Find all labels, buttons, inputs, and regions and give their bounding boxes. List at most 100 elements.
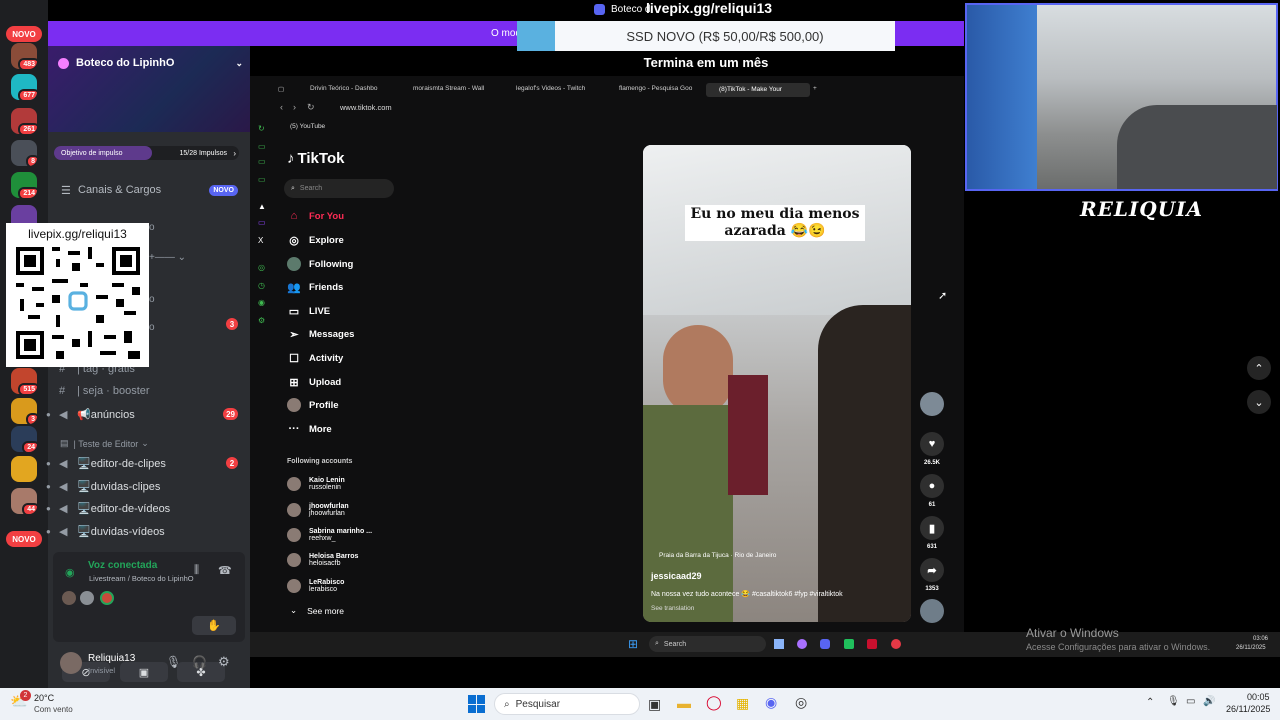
channel-duvidas-videos[interactable]: ● ◀ 🖥️duvidas-vídeos (46, 521, 250, 541)
channel-editor-de-videos[interactable]: ● ◀ 🖥️editor-de-vídeos (46, 498, 250, 518)
channel-seja-booster[interactable]: # | seja · booster (48, 381, 250, 401)
server-icon-2[interactable]: 677 (11, 74, 37, 100)
share-button[interactable]: ➦ 1353 (920, 558, 944, 592)
nav-following[interactable]: Following (287, 254, 353, 274)
gear-icon[interactable]: ⚙ (218, 654, 230, 670)
x-icon[interactable]: X (258, 236, 263, 245)
new-tab-icon[interactable]: + (813, 85, 821, 96)
back-icon[interactable]: ‹ (280, 102, 283, 112)
unread-dot: ● (46, 503, 51, 513)
soundboard-icon[interactable]: ⫼ (194, 564, 199, 577)
forward-icon[interactable]: › (293, 102, 296, 112)
tab-3[interactable]: legalof's Videos - Twitch (516, 85, 596, 96)
nav-upload[interactable]: ⊞ Upload (287, 372, 341, 392)
save-button[interactable]: ▮ 631 (920, 516, 944, 550)
video-player[interactable]: Eu no meu dia menos azarada 😂😉 Praia da … (643, 145, 911, 622)
address-bar[interactable]: www.tiktok.com (340, 103, 392, 112)
avatar (287, 477, 301, 491)
scroll-down-button[interactable]: ⌄ (1247, 390, 1271, 414)
nav-activity[interactable]: ☐ Activity (287, 348, 343, 368)
scroll-up-button[interactable]: ⌃ (1247, 356, 1271, 380)
server-icon-8[interactable]: 3 (11, 398, 37, 424)
chevron-up-icon[interactable]: ⌃ (1146, 697, 1154, 708)
server-icon-7[interactable]: 515 (11, 368, 37, 394)
channel-editor-de-clipes[interactable]: ● ◀ 🖥️editor-de-clipes 2 (46, 453, 250, 473)
see-more-link[interactable]: ⌄ See more (290, 605, 344, 616)
like-button[interactable]: ♥ 26.5K (920, 432, 944, 466)
creator-avatar-button[interactable] (920, 392, 944, 420)
network-icon[interactable]: ▭ (1186, 696, 1195, 707)
server-icon-4[interactable]: 8 (11, 140, 37, 166)
account-item[interactable]: Kaio Lenin russolenin (287, 472, 345, 496)
tab-4[interactable]: flamengo - Pesquisa Goo (619, 85, 697, 96)
sidebar-icon[interactable]: ▭ (258, 157, 266, 166)
sidebar-icon[interactable]: ▭ (258, 175, 266, 184)
tab-active[interactable]: (8)TikTok - Make Your (706, 83, 810, 97)
nav-messages[interactable]: ➢ Messages (287, 324, 354, 344)
sidebar-icon[interactable]: ◷ (258, 281, 265, 290)
nav-for-you[interactable]: ⌂ For You (287, 206, 344, 226)
nav-profile[interactable]: Profile (287, 395, 339, 415)
video-author[interactable]: jessicaad29 (651, 571, 702, 581)
sidebar-icon[interactable]: ◉ (258, 298, 265, 307)
server-icon-9[interactable]: 24 (11, 426, 37, 452)
tiktok-logo[interactable]: ♪ TikTok (287, 150, 344, 167)
headphones-icon[interactable]: 🎧 (192, 655, 207, 669)
clock-time[interactable]: 00:05 (1247, 692, 1270, 702)
sidebar-icon[interactable]: ▭ (258, 142, 266, 151)
start-button[interactable] (468, 695, 486, 713)
see-translation[interactable]: See translation (651, 605, 694, 612)
server-icon-3[interactable]: 261 (11, 108, 37, 134)
channels-roles-link[interactable]: ☰ Canais & Cargos NOVO (48, 180, 250, 200)
comment-button[interactable]: ● 61 (920, 474, 944, 508)
volume-icon[interactable]: 🔊 (1203, 696, 1215, 707)
account-handle: jhoowfurlan (309, 510, 345, 517)
file-explorer-icon[interactable]: ▬ (677, 695, 691, 711)
taskbar-search-input[interactable]: ⌕ Pesquisar (494, 693, 640, 715)
channel-anuncios[interactable]: ● ◀ 📢anúncios 29 (46, 404, 250, 424)
sidebar-icon[interactable]: ↻ (258, 124, 265, 133)
tab-1[interactable]: Drivin Teórico - Dashbo (310, 85, 390, 96)
discord-icon[interactable]: ◉ (765, 694, 777, 711)
sidebar-icon[interactable]: ◎ (258, 263, 265, 272)
task-view-icon[interactable]: ▣ (648, 696, 661, 713)
screen-share-button[interactable]: ▣ (120, 662, 168, 682)
account-item[interactable]: LeRabisco lerabisco (287, 574, 344, 598)
account-item[interactable]: Sabrina marinho ... reehxw_ (287, 523, 372, 547)
server-icon-10[interactable] (11, 456, 37, 482)
account-item[interactable]: jhoowfurlan jhoowfurlan (287, 498, 349, 522)
server-icon-1[interactable]: 483 (11, 43, 37, 69)
sidebar-icon[interactable]: ▲ (258, 202, 266, 211)
nav-explore[interactable]: ◎ Explore (287, 230, 344, 250)
server-header[interactable]: Boteco do LipinhO ⌄ (58, 56, 243, 70)
disconnect-icon[interactable]: ☎ (218, 564, 232, 577)
voice-button-extra[interactable]: ✋ (192, 616, 236, 635)
channel-duvidas-clipes[interactable]: ● ◀ 🖥️duvidas-clipes (46, 476, 250, 496)
search-placeholder: Search (299, 185, 323, 192)
boost-progress-bar[interactable]: Objetivo de impulso 15/28 Impulsos › (54, 146, 239, 160)
bookmark-youtube[interactable]: (5) YouTube (290, 123, 325, 130)
music-disc-button[interactable] (920, 599, 944, 627)
category-header[interactable]: ▤ | Teste de Editor ⌄ (60, 438, 149, 449)
nav-live[interactable]: ▭ LIVE (287, 301, 330, 321)
reload-icon[interactable]: ↻ (307, 102, 315, 113)
server-icon-5[interactable]: 214 (11, 172, 37, 198)
app-icon[interactable]: ▦ (736, 695, 749, 712)
comment-icon: ● (920, 474, 944, 498)
obs-icon[interactable]: ◎ (795, 694, 807, 711)
sidebar-icon[interactable]: ⚙ (258, 316, 265, 325)
account-name: Heloisa Barros (309, 553, 359, 560)
tiktok-search-input[interactable]: ⌕ Search (284, 179, 394, 198)
nav-friends[interactable]: 👥 Friends (287, 277, 343, 297)
avatar[interactable] (60, 652, 82, 674)
clock-date[interactable]: 26/11/2025 (1226, 704, 1270, 714)
nav-more[interactable]: ··· More (287, 419, 332, 439)
tab-2[interactable]: moraismta Stream - Wall (413, 85, 493, 96)
server-icon-11[interactable]: 44 (11, 488, 37, 514)
microphone-icon[interactable]: 🎙 (1167, 696, 1180, 707)
microphone-icon[interactable]: 🎙 (166, 655, 181, 669)
account-item[interactable]: Heloisa Barros heloisacfb (287, 548, 358, 572)
twitch-icon[interactable]: ▭ (258, 218, 266, 227)
opera-icon[interactable]: ◯ (706, 694, 722, 711)
browser-menu-icon[interactable]: ▢ (278, 85, 286, 96)
